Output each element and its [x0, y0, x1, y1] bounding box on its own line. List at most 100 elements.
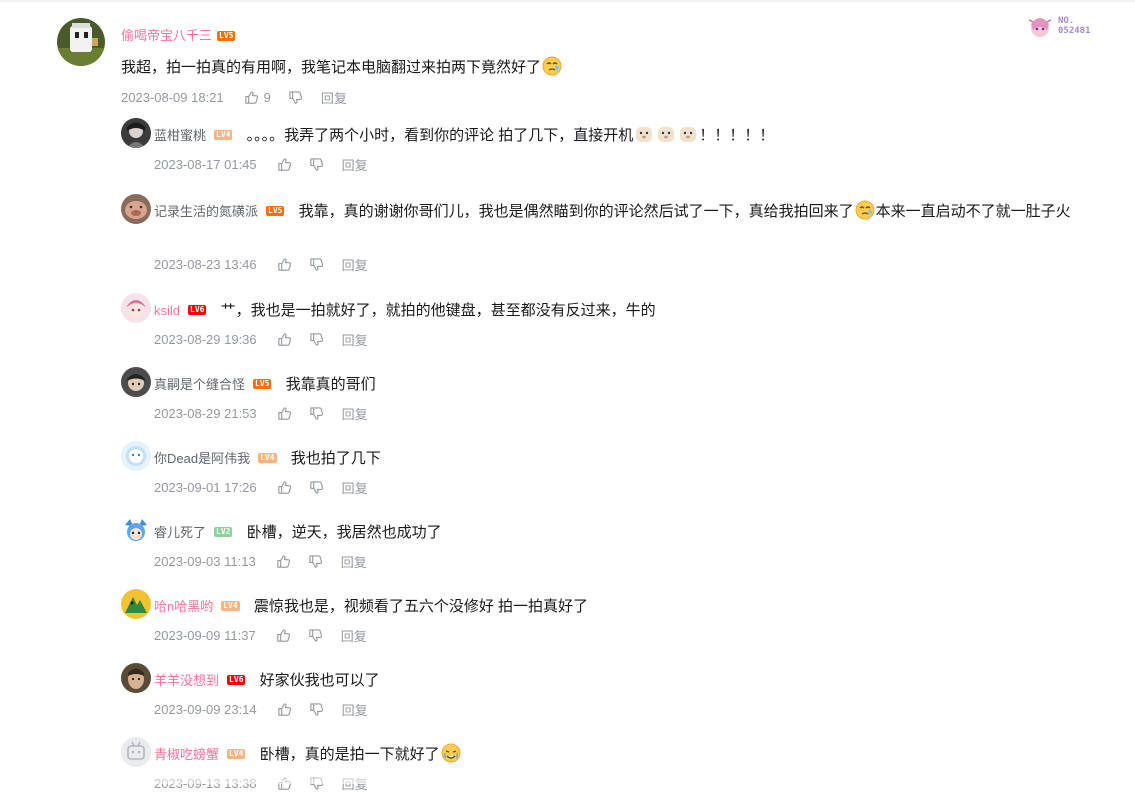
sleepy-face-emoji-icon — [542, 56, 562, 76]
username[interactable]: 青椒吃螃蟹 — [154, 747, 219, 762]
reply-time: 2023-08-29 19:36 — [154, 331, 257, 347]
like-button[interactable] — [277, 406, 292, 421]
reply-time: 2023-08-29 21:53 — [154, 405, 257, 421]
level-badge: LV4 — [221, 601, 240, 612]
reply-text: 艹，我也是一拍就好了，就拍的他键盘，甚至都没有反过来，牛的 — [220, 302, 656, 319]
like-button[interactable] — [277, 702, 292, 717]
thumbs-down-icon — [289, 90, 302, 104]
avatar[interactable] — [57, 18, 105, 66]
dislike-button[interactable] — [308, 628, 323, 643]
like-button[interactable] — [276, 554, 291, 569]
thumbs-up-icon — [277, 332, 291, 346]
badge-number: NO. 052481 — [1058, 16, 1091, 36]
like-button[interactable] — [277, 157, 292, 172]
level-badge: LV5 — [266, 206, 285, 217]
comment-actions: 2023-08-09 18:21 9 回复 — [121, 88, 347, 106]
top-divider — [0, 0, 1135, 2]
level-badge: LV5 — [217, 30, 236, 41]
badge-label: NO. — [1058, 16, 1075, 26]
reply-time: 2023-08-17 01:45 — [154, 156, 257, 172]
thumbs-down-icon — [309, 628, 322, 642]
reply-body: 睿儿死了 LV2 卧槽，逆天，我居然也成功了 — [154, 518, 1104, 548]
dislike-button[interactable] — [309, 157, 324, 172]
dislike-button[interactable] — [309, 406, 324, 421]
username-text[interactable]: 偷喝帝宝八千三 — [121, 28, 212, 43]
badge-number-text: 052481 — [1058, 26, 1091, 36]
reply-time: 2023-09-01 17:26 — [154, 479, 257, 495]
reply-button[interactable]: 回复 — [342, 155, 368, 174]
level-badge: LV4 — [214, 130, 233, 141]
reply-actions: 2023-09-03 11:13 回复 — [154, 552, 367, 570]
reply-button[interactable]: 回复 — [342, 330, 368, 349]
level-badge: LV4 — [258, 453, 277, 464]
username[interactable]: 羊羊没想到 — [154, 673, 219, 688]
username[interactable]: ksild — [154, 303, 180, 318]
thumbs-down-icon — [309, 702, 323, 716]
username[interactable]: 记录生活的氮磺派 — [154, 204, 258, 219]
bottom-fade — [0, 764, 1135, 784]
avatar[interactable] — [121, 515, 151, 545]
reply-actions: 2023-09-09 23:14 回复 — [154, 700, 368, 718]
reply-button[interactable]: 回复 — [342, 700, 368, 719]
dislike-button[interactable] — [309, 257, 324, 272]
username[interactable]: 哈n哈黑哟 — [154, 599, 213, 614]
level-badge: LV5 — [253, 379, 272, 390]
dog-face-emoji-icon — [658, 127, 675, 142]
username[interactable]: 偷喝帝宝八千三 LV5 — [121, 25, 237, 44]
like-button[interactable] — [276, 628, 291, 643]
username[interactable]: 你Dead是阿伟我 — [154, 451, 250, 466]
reply-button[interactable]: 回复 — [342, 478, 368, 497]
reply-content: 卧槽，真的是拍一下就好了 — [259, 746, 440, 763]
thumbs-up-icon — [277, 702, 291, 716]
like-button[interactable] — [277, 257, 292, 272]
dislike-button[interactable] — [309, 702, 324, 717]
username[interactable]: 睿儿死了 — [154, 525, 206, 540]
avatar[interactable] — [121, 663, 151, 693]
reply-button[interactable]: 回复 — [341, 626, 367, 645]
reply-body: 羊羊没想到 LV6 好家伙我也可以了 — [154, 666, 1104, 696]
reply-body: 真嗣是个缝合怪 LV5 我靠真的哥们 — [154, 370, 1104, 400]
level-badge: LV2 — [214, 527, 233, 538]
like-button[interactable] — [277, 480, 292, 495]
avatar[interactable] — [121, 441, 151, 471]
username[interactable]: 真嗣是个缝合怪 — [154, 377, 245, 392]
avatar[interactable] — [121, 367, 151, 397]
reply-content-tail: ！！！！！ — [699, 127, 775, 144]
like-button[interactable]: 9 — [244, 90, 271, 105]
reply-button[interactable]: 回复 — [342, 404, 368, 423]
comment-content: 我超，拍一拍真的有用啊，我笔记本电脑翻过来拍两下竟然好了 — [121, 59, 542, 76]
avatar[interactable] — [121, 293, 151, 323]
anime-girl-badge-icon — [1028, 18, 1052, 37]
dislike-button[interactable] — [309, 332, 324, 347]
like-button[interactable] — [277, 332, 292, 347]
avatar[interactable] — [121, 589, 151, 619]
dog-face-emoji-icon — [680, 127, 697, 142]
thumbs-up-icon — [277, 157, 291, 171]
avatar[interactable] — [121, 118, 151, 148]
reply-body: ksild LV6 艹，我也是一拍就好了，就拍的他键盘，甚至都没有反过来，牛的 — [154, 296, 1104, 326]
reply-button[interactable]: 回复 — [342, 255, 368, 274]
reply-actions: 2023-08-29 21:53 回复 — [154, 404, 368, 422]
reply-body: 哈n哈黑哟 LV4 震惊我也是，视频看了五六个没修好 拍一拍真好了 — [154, 592, 1104, 622]
thumbs-down-icon — [309, 406, 323, 420]
like-count: 9 — [263, 89, 271, 105]
username[interactable]: 蓝柑蜜桃 — [154, 128, 206, 143]
reply-content-tail: 本来一直启动不了就一肚子火 — [875, 203, 1071, 220]
thumbs-down-icon — [309, 257, 323, 271]
thumbs-down-icon — [309, 554, 322, 568]
level-badge: LV6 — [227, 675, 246, 686]
reply-text: 震惊我也是，视频看了五六个没修好 拍一拍真好了 — [253, 598, 589, 615]
reply-button[interactable]: 回复 — [321, 88, 347, 107]
reply-actions: 2023-08-23 13:46 回复 — [154, 255, 368, 273]
reply-content: 。。。。我弄了两个小时，看到你的评论 拍了几下，直接开机 — [246, 127, 634, 144]
dislike-button[interactable] — [288, 90, 303, 105]
dislike-button[interactable] — [309, 480, 324, 495]
level-badge: LV4 — [227, 749, 246, 760]
avatar[interactable] — [121, 194, 151, 224]
reply-time: 2023-08-23 13:46 — [154, 256, 257, 272]
avatar[interactable] — [121, 737, 151, 767]
reply-actions: 2023-08-17 01:45 回复 — [154, 155, 368, 173]
thumbs-up-icon — [277, 257, 291, 271]
reply-button[interactable]: 回复 — [341, 552, 367, 571]
dislike-button[interactable] — [308, 554, 323, 569]
